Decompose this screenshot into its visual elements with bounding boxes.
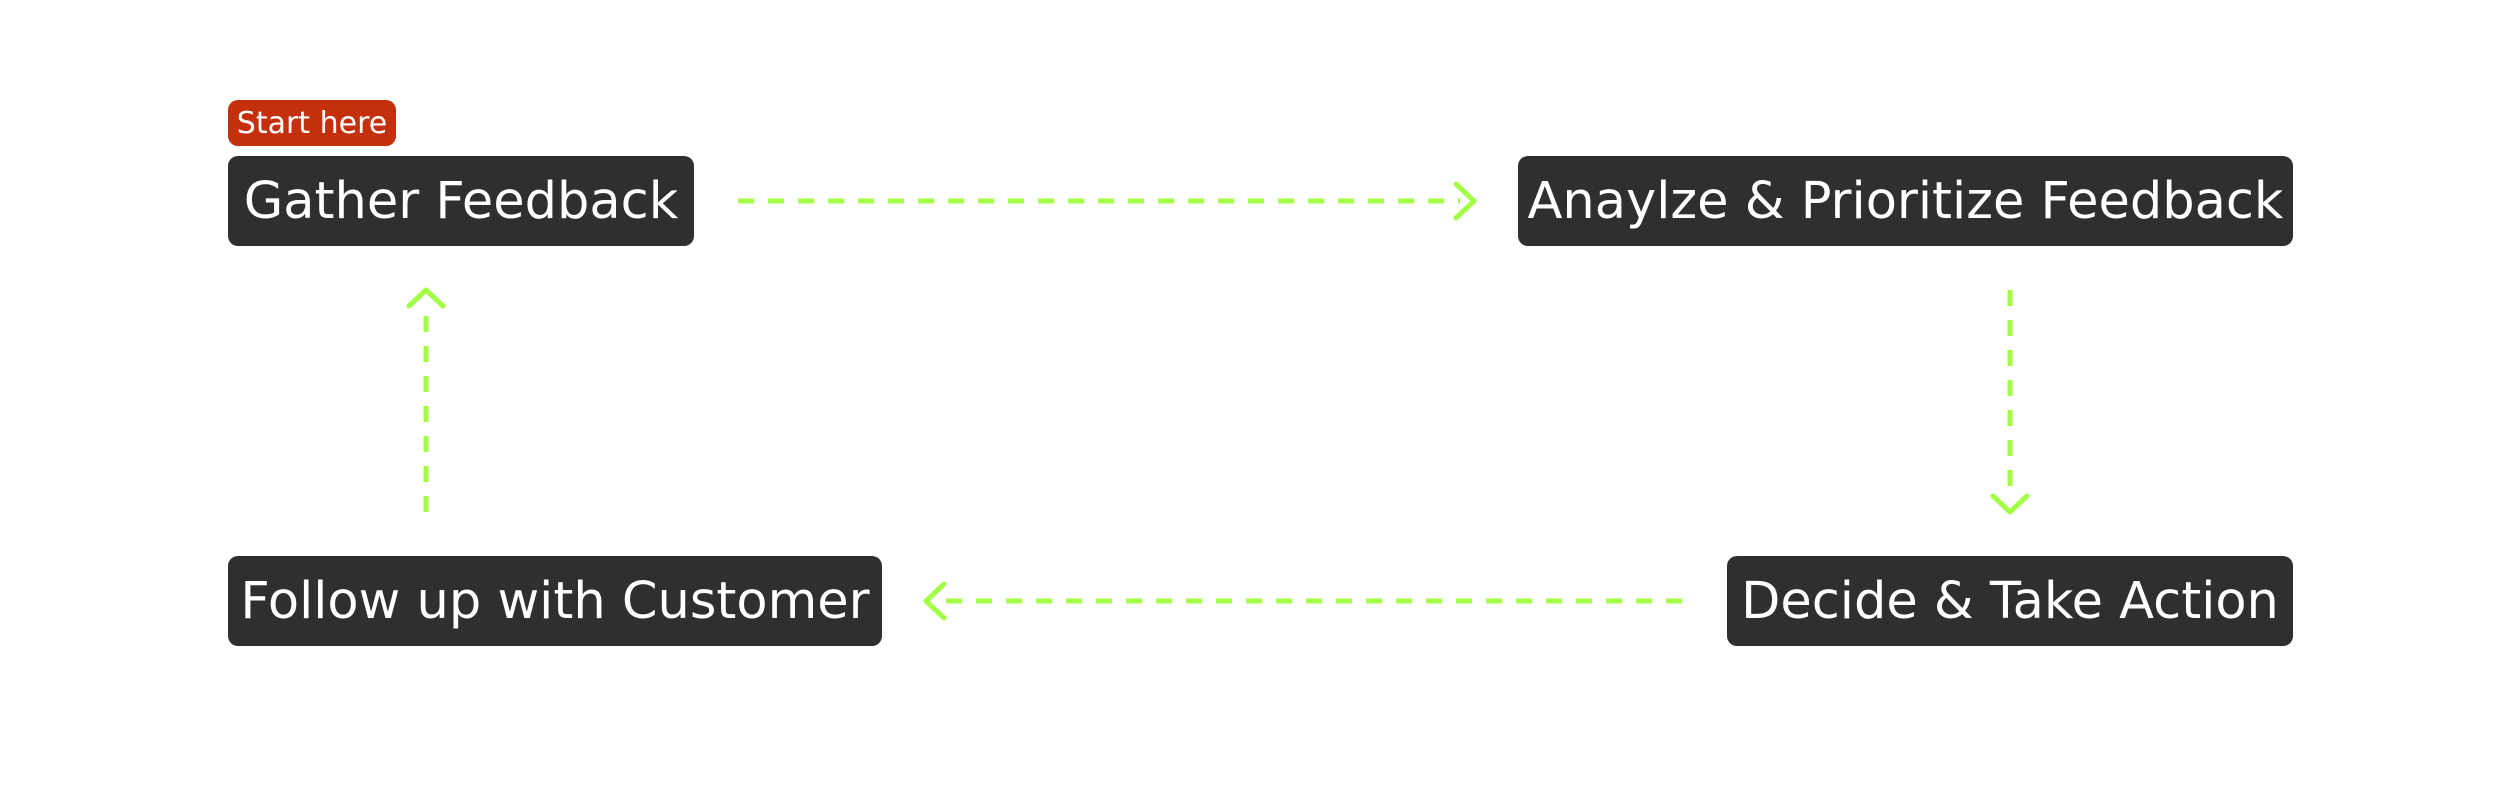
arrow-gather-to-analyze: [738, 181, 1477, 221]
node-follow-up-customer: Follow up with Customer: [228, 556, 882, 646]
arrow-analyze-to-decide: [1990, 290, 2030, 515]
start-here-badge: Start here: [228, 100, 396, 146]
node-gather-feedback: Gather Feedback: [228, 156, 694, 246]
arrow-decide-to-follow: [923, 581, 1682, 621]
arrow-follow-to-gather: [406, 287, 446, 512]
node-analyze-prioritize-feedback: Anaylze & Prioritize Feedback: [1518, 156, 2293, 246]
node-decide-take-action: Decide & Take Action: [1727, 556, 2293, 646]
